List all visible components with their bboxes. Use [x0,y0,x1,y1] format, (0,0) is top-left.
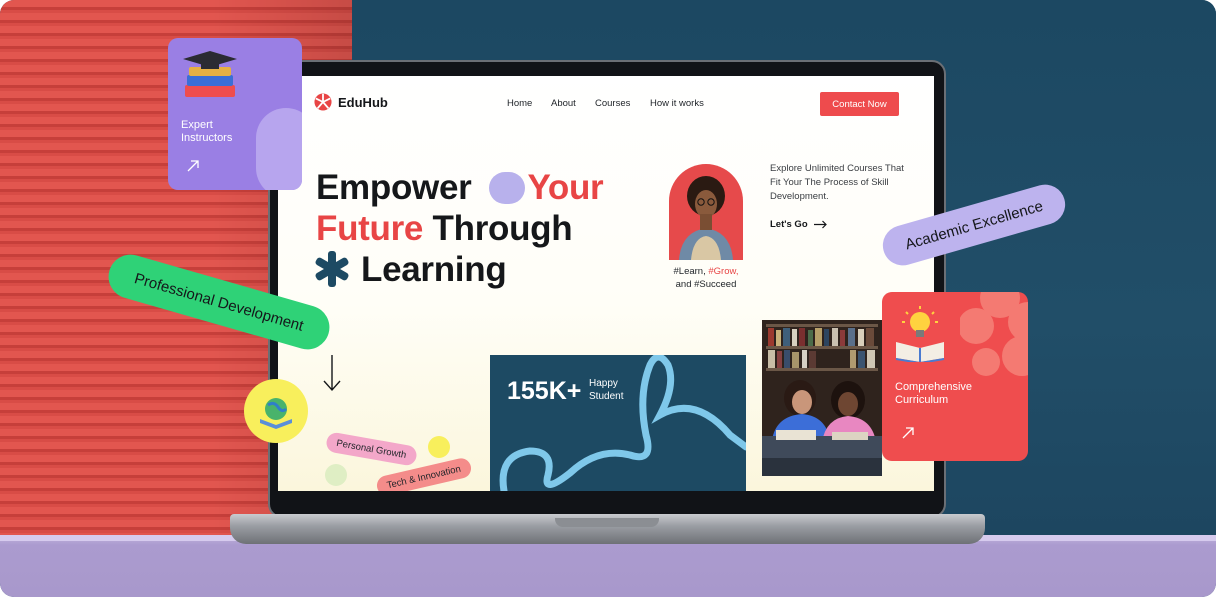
hero-line-3: Learning [361,250,507,289]
logo-text: EduHub [338,94,388,110]
stats-label: Happy Student [589,377,649,403]
explore-text: Explore Unlimited Courses That Fit Your … [770,163,904,202]
globe-book-icon [260,398,292,429]
chip-personal-growth[interactable]: Personal Growth [324,431,418,467]
promo-scene: EduHub Home About Courses How it works C… [0,0,1216,597]
hero-line-2: Future Through [316,209,573,249]
stats-label-2: Student [589,391,624,402]
stats-label-1: Happy [589,378,618,389]
lightbulb-book-icon [896,306,944,362]
stats-card: 155K+ Happy Student [490,355,746,491]
tag-succeed: and #Succeed [675,279,737,290]
student-portrait [669,164,743,260]
contact-now-button[interactable]: Contact Now [820,92,899,116]
lets-go-label: Let's Go [770,219,808,230]
laptop-screen: EduHub Home About Courses How it works C… [278,76,934,491]
tagline: #Learn, #Grow, and #Succeed [661,265,751,291]
hero-word-your: Your [527,168,604,207]
globe-badge [244,379,308,443]
nav-about[interactable]: About [551,98,576,109]
curriculum-line-1: Comprehensive [895,381,973,393]
comprehensive-curriculum-card[interactable]: Comprehensive Curriculum [882,292,1028,461]
chip-dot-yellow [428,436,450,458]
stats-value: 155K+ [507,377,582,405]
site-logo[interactable]: EduHub [314,93,388,111]
nav-how-it-works[interactable]: How it works [650,98,704,109]
tag-grow: #Grow, [708,266,739,277]
tag-learn: #Learn, [673,266,706,277]
eduhub-logo-icon [314,93,332,111]
expert-instructors-card[interactable]: Expert Instructors [168,38,302,190]
lets-go-link[interactable]: Let's Go [770,219,828,230]
library-photo [762,320,882,476]
arrow-down-icon [323,355,341,392]
hero-line-1: Empower Your [316,168,604,208]
shelf-surface [0,535,1216,597]
books-icon [183,51,237,97]
expert-card-label: Expert Instructors [181,119,232,145]
nav-courses[interactable]: Courses [595,98,630,109]
hero-word-future: Future [316,209,424,248]
expert-line-2: Instructors [181,132,233,144]
hero-word-through: Through [432,209,573,248]
card-flower-decoration [960,292,1028,376]
arrow-up-right-icon [187,160,199,172]
arrow-right-icon [814,220,828,229]
curriculum-line-2: Curriculum [895,394,949,406]
arrow-up-right-icon [902,427,914,439]
laptop-notch [555,518,659,527]
expert-line-1: Expert [181,119,213,131]
squiggle-decoration [499,355,746,491]
curriculum-card-label: Comprehensive Curriculum [895,381,972,407]
hero-word-empower: Empower [316,168,472,207]
nav-home[interactable]: Home [507,98,532,109]
chip-dot-green [325,464,347,486]
card-blob [256,108,302,190]
asterisk-icon [315,251,349,287]
